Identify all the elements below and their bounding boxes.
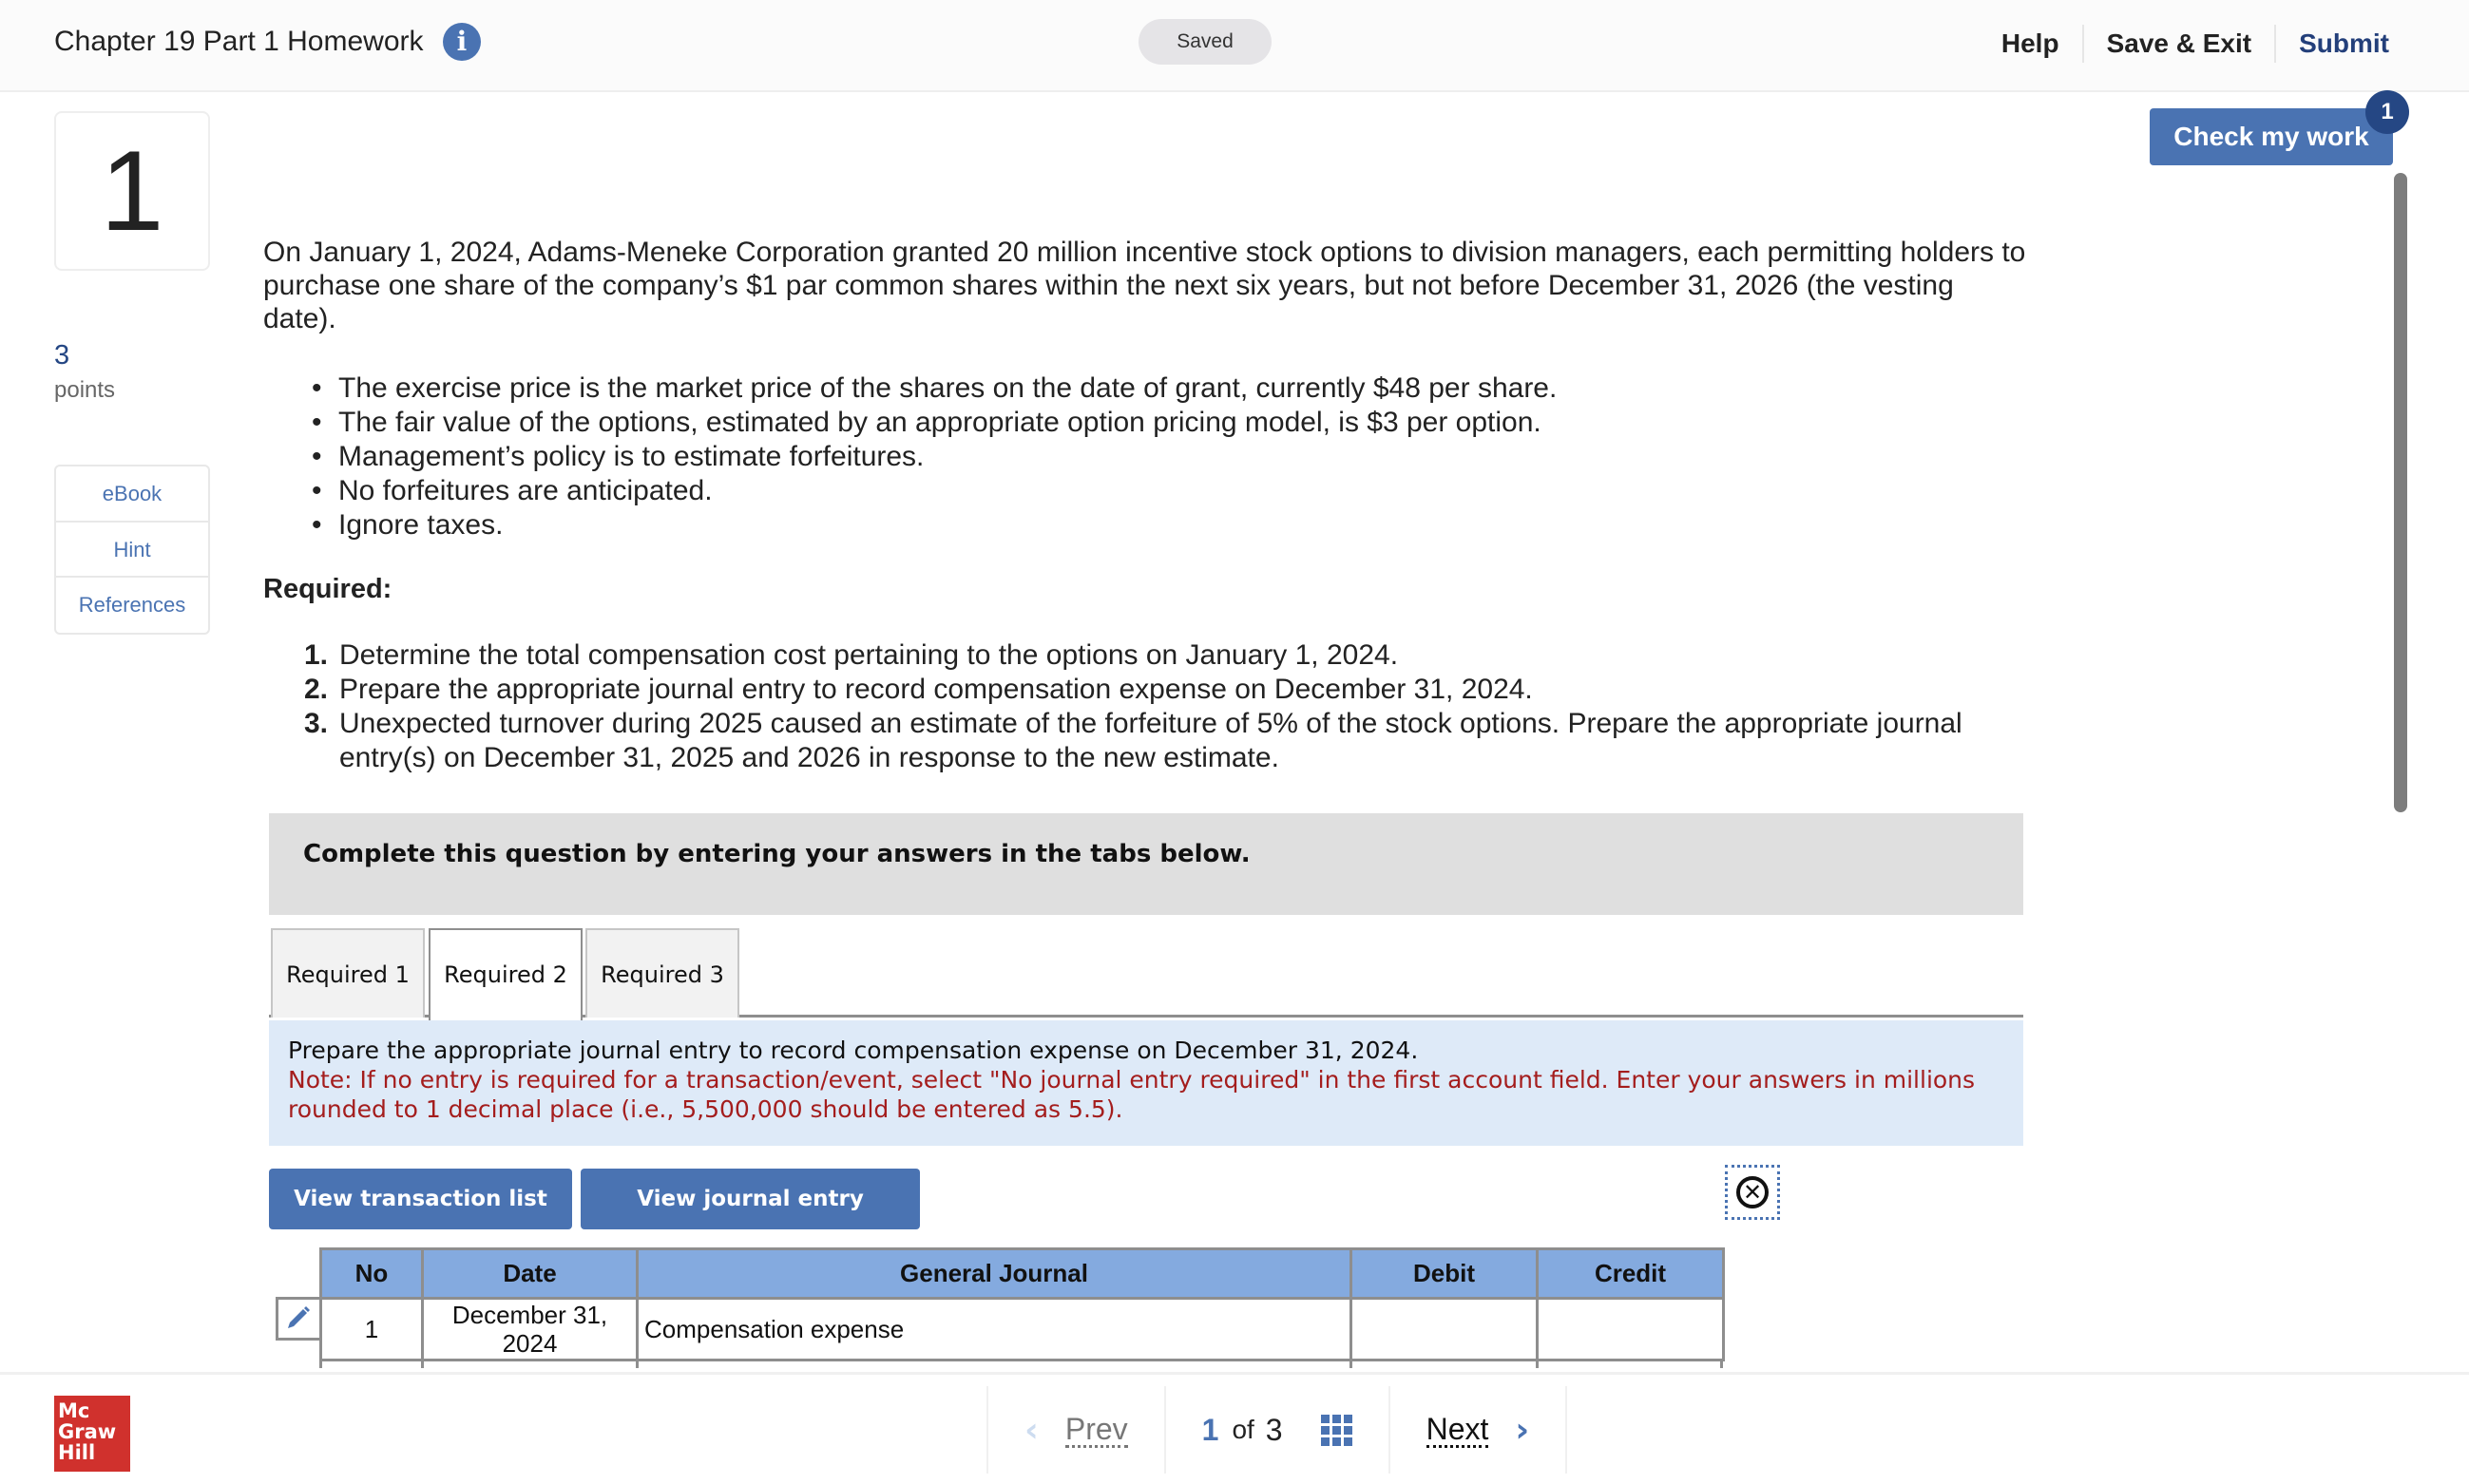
question-number-card: 1	[54, 111, 210, 271]
entry-number: 1	[319, 1298, 424, 1361]
required-heading: Required:	[263, 574, 392, 604]
table-border	[1720, 1359, 1723, 1368]
journal-table: No Date General Journal Debit Credit 1 D…	[319, 1247, 1725, 1361]
required-list: 1. Determine the total compensation cost …	[304, 638, 1996, 775]
header-links: Help Save & Exit Submit	[1979, 25, 2389, 63]
save-exit-link[interactable]: Save & Exit	[2084, 25, 2275, 63]
col-credit: Credit	[1536, 1247, 1725, 1300]
pencil-icon	[288, 1306, 310, 1328]
prev-label[interactable]: Prev	[1064, 1413, 1128, 1448]
edit-entry-button[interactable]	[276, 1297, 319, 1341]
logo-line: Mc	[58, 1399, 90, 1422]
table-border	[421, 1359, 424, 1368]
top-header: Chapter 19 Part 1 Homework i Saved Help …	[0, 0, 2469, 92]
table-header-row: No Date General Journal Debit Credit	[319, 1247, 1725, 1300]
required-number: 1.	[304, 639, 329, 671]
chevron-right-icon: ›	[1515, 1410, 1530, 1450]
grid-view-icon[interactable]	[1320, 1414, 1352, 1446]
table-row[interactable]: 1 December 31, 2024 Compensation expense	[319, 1298, 1725, 1361]
current-page: 1	[1201, 1412, 1219, 1447]
submit-link[interactable]: Submit	[2276, 25, 2389, 63]
col-no: No	[319, 1247, 424, 1300]
logo-line: Hill	[58, 1441, 96, 1464]
footer: Mc Graw Hill ‹ Prev 1 of 3 Next ›	[0, 1372, 2469, 1484]
save-status-badge: Saved	[1139, 19, 1272, 65]
help-link[interactable]: Help	[1979, 25, 2082, 63]
page-indicator: 1 of 3	[1163, 1386, 1388, 1474]
scrollbar-thumb[interactable]	[2394, 173, 2407, 812]
tab-required-1[interactable]: Required 1	[271, 928, 425, 1018]
close-icon: ✕	[1736, 1176, 1769, 1208]
references-link[interactable]: References	[56, 578, 208, 634]
required-item: 3. Unexpected turnover during 2025 caused…	[304, 707, 1996, 775]
required-item: 1. Determine the total compensation cost …	[304, 638, 1996, 673]
next-button[interactable]: Next ›	[1388, 1386, 1568, 1474]
total-pages: 3	[1265, 1412, 1283, 1447]
required-tabs: Required 1 Required 2 Required 3	[269, 928, 2023, 1020]
table-border	[1349, 1359, 1352, 1368]
fact-item: Management’s policy is to estimate forfe…	[312, 440, 1927, 474]
tab-required-2[interactable]: Required 2	[429, 928, 583, 1020]
fact-item: Ignore taxes.	[312, 508, 1927, 542]
instruction-banner: Complete this question by entering your …	[269, 813, 2023, 915]
info-icon[interactable]: i	[443, 23, 481, 61]
required-number: 2.	[304, 674, 329, 705]
tab-instructions: Prepare the appropriate journal entry to…	[269, 1020, 2023, 1146]
fact-item: The fair value of the options, estimated…	[312, 406, 1927, 440]
entry-credit	[1536, 1298, 1725, 1361]
table-border	[319, 1359, 322, 1368]
entry-debit	[1349, 1298, 1539, 1361]
required-number: 3.	[304, 708, 329, 739]
assignment-title: Chapter 19 Part 1 Homework	[54, 26, 424, 57]
required-text: Prepare the appropriate journal entry to…	[339, 674, 1533, 705]
banner-text: Complete this question by entering your …	[303, 840, 1251, 868]
tab-required-3[interactable]: Required 3	[585, 928, 739, 1018]
page-of-label: of	[1232, 1415, 1254, 1444]
check-my-work-button[interactable]: Check my work	[2150, 108, 2393, 165]
entry-account: Compensation expense	[636, 1298, 1352, 1361]
view-transaction-list-button[interactable]: View transaction list	[269, 1169, 572, 1229]
required-item: 2. Prepare the appropriate journal entry …	[304, 673, 1996, 707]
points-label: points	[54, 377, 116, 403]
check-attempts-badge: 1	[2365, 90, 2409, 134]
hint-link[interactable]: Hint	[56, 523, 208, 578]
col-debit: Debit	[1349, 1247, 1539, 1300]
mcgraw-hill-logo: Mc Graw Hill	[54, 1396, 130, 1472]
question-intro: On January 1, 2024, Adams-Meneke Corpora…	[263, 237, 2026, 334]
chevron-left-icon: ‹	[1024, 1410, 1039, 1450]
next-label[interactable]: Next	[1426, 1413, 1489, 1448]
required-text: Unexpected turnover during 2025 caused a…	[339, 708, 1962, 773]
close-button[interactable]: ✕	[1725, 1165, 1780, 1220]
pagination: ‹ Prev 1 of 3 Next ›	[986, 1386, 1568, 1474]
entry-date: December 31, 2024	[421, 1298, 639, 1361]
logo-line: Graw	[58, 1420, 117, 1443]
fact-item: The exercise price is the market price o…	[312, 371, 1927, 406]
col-general-journal: General Journal	[636, 1247, 1352, 1300]
fact-item: No forfeitures are anticipated.	[312, 474, 1927, 508]
required-text: Determine the total compensation cost pe…	[339, 639, 1399, 671]
table-border	[1536, 1359, 1539, 1368]
view-journal-worksheet-button[interactable]: View journal entry worksheet	[581, 1169, 920, 1272]
points-value: 3	[54, 340, 70, 371]
col-date: Date	[421, 1247, 639, 1300]
resources-panel: eBook Hint References	[54, 465, 210, 635]
ebook-link[interactable]: eBook	[56, 466, 208, 523]
instruction-note: Note: If no entry is required for a tran…	[288, 1066, 1976, 1123]
facts-list: The exercise price is the market price o…	[312, 371, 1927, 542]
prev-button[interactable]: ‹ Prev	[986, 1386, 1164, 1474]
instruction-text: Prepare the appropriate journal entry to…	[288, 1037, 1419, 1064]
table-border	[636, 1359, 639, 1368]
